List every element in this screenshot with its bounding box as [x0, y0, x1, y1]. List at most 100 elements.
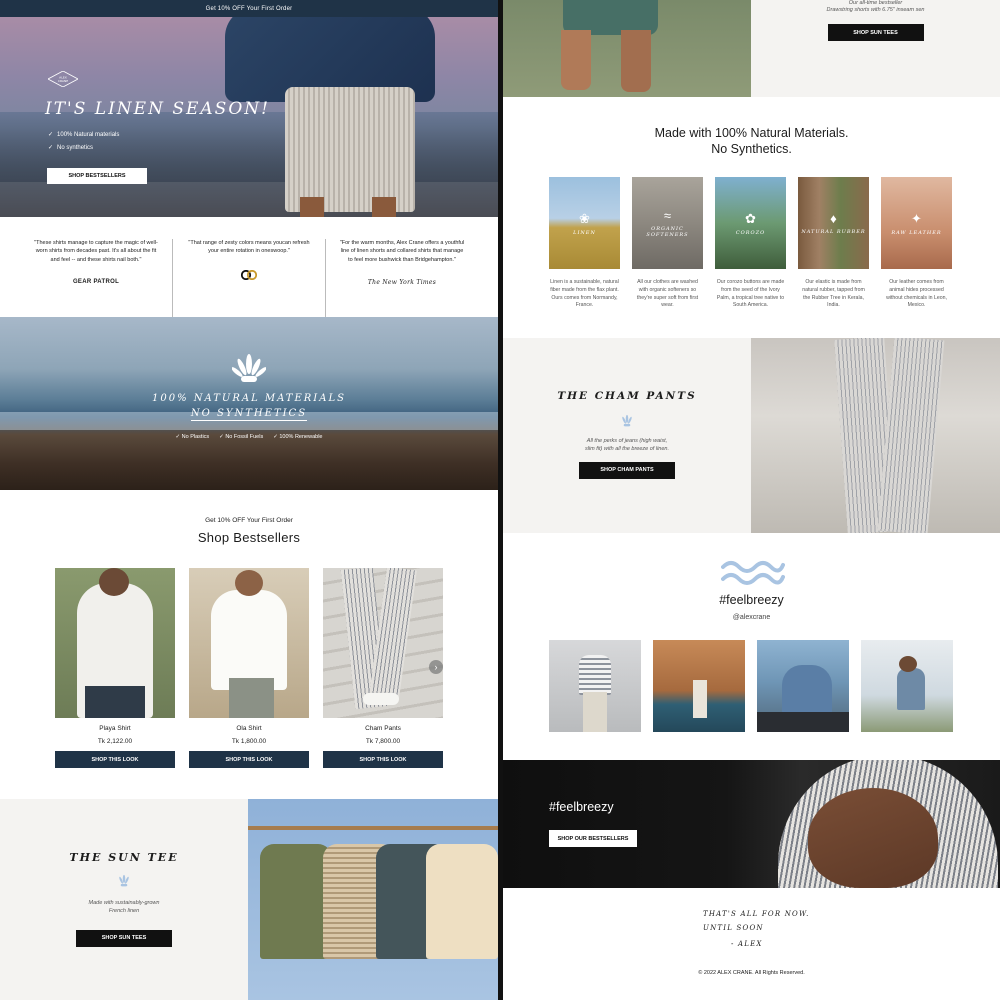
shop-this-look-button[interactable]: SHOP THIS LOOK	[189, 751, 309, 768]
product-name[interactable]: Ola Shirt	[189, 725, 309, 732]
cham-pants-photo	[751, 338, 1000, 533]
press-quotes: "These shirts manage to capture the magi…	[0, 217, 498, 317]
shop-sun-tees-button[interactable]: SHOP SUN TEES	[76, 929, 172, 947]
instagram-grid	[549, 640, 953, 732]
feelbreezy-banner: #feelbreezy SHOP OUR BESTSELLERS	[503, 760, 1000, 888]
left-page-column: Get 10% OFF Your First Order ALEX CRANE …	[0, 0, 498, 1000]
press-quote: "For the warm months, Alex Crane offers …	[325, 239, 478, 317]
waves-logo-icon	[721, 561, 785, 585]
natural-materials-banner: 100% NATURAL MATERIALS NO SYNTHETICS No …	[0, 317, 498, 490]
tee-cream	[426, 844, 498, 959]
product-name[interactable]: Playa Shirt	[55, 725, 175, 732]
shorts-photo	[503, 0, 751, 97]
product-name[interactable]: Cham Pants	[323, 725, 443, 732]
shell-icon	[119, 874, 129, 887]
shorts-promo: Our all-time bestseller Drawstring short…	[503, 0, 1000, 97]
shorts-info: Our all-time bestseller Drawstring short…	[751, 0, 1000, 97]
gq-logo-icon	[240, 269, 258, 280]
press-quote-text: "That range of zesty colors means youcan…	[188, 240, 310, 255]
shop-sun-tees-button[interactable]: SHOP SUN TEES	[827, 24, 924, 41]
signoff-signature: - ALEX	[731, 940, 763, 948]
hero-model-shorts	[285, 87, 415, 212]
feelbreezy-section: #feelbreezy @alexcrane	[503, 533, 1000, 760]
product-image[interactable]	[189, 568, 309, 718]
feelbreezy-hashtag: #feelbreezy	[719, 593, 784, 607]
cham-pants-section: THE CHAM PANTS All the perks of jeans (h…	[503, 338, 1000, 533]
product-price: Tk 7,800.00	[365, 738, 401, 745]
natural-banner-checks: No Plastics No Fossil Fuels 100% Renewab…	[0, 434, 498, 440]
instagram-photo[interactable]	[653, 640, 745, 732]
corozo-image: ✿ COROZO	[715, 177, 786, 269]
natural-rubber-image: ♦ NATURAL RUBBER	[798, 177, 869, 269]
product-carousel: Playa Shirt Tk 2,122.00 SHOP THIS LOOK O…	[55, 568, 443, 768]
material-text: Our corozo buttons are made from the see…	[716, 279, 785, 309]
materials-heading: Made with 100% Natural Materials. No Syn…	[654, 126, 849, 157]
product-image[interactable]	[323, 568, 443, 718]
check-item: 100% Renewable	[273, 434, 322, 440]
instagram-photo[interactable]	[549, 640, 641, 732]
gq-logo	[185, 269, 313, 284]
material-text: All our clothes are washed with organic …	[636, 279, 699, 309]
linen-image: ❀ LINEN	[549, 177, 620, 269]
press-quote-text: "For the warm months, Alex Crane offers …	[339, 240, 465, 263]
instagram-photo[interactable]	[757, 640, 849, 732]
gear-patrol-logo: GEAR PATROL	[72, 278, 120, 285]
raw-leather-image: ✦ RAW LEATHER	[881, 177, 952, 269]
shell-icon	[622, 414, 632, 427]
press-quote: "That range of zesty colors means youcan…	[172, 239, 325, 317]
product-image[interactable]	[55, 568, 175, 718]
material-card: ≈ ORGANIC SOFTENERS All our clothes are …	[632, 177, 703, 310]
sun-tee-info: THE SUN TEE Made with sustainably-grown …	[0, 799, 248, 1000]
sun-tee-photo	[248, 799, 498, 1000]
product-price: Tk 2,122.00	[97, 738, 133, 745]
shell-icon	[232, 354, 266, 382]
press-quote: "These shirts manage to capture the magi…	[20, 239, 172, 317]
natural-banner-subheading: NO SYNTHETICS	[190, 408, 308, 421]
hero-model-leg	[372, 197, 396, 217]
carousel-next-arrow-icon[interactable]: ›	[429, 660, 443, 674]
right-page-column: Our all-time bestseller Drawstring short…	[503, 0, 1000, 1000]
signoff-line-1: THAT'S ALL FOR NOW.	[703, 910, 810, 918]
cham-pants-description: All the perks of jeans (high waist, slim…	[584, 438, 670, 453]
announcement-bar[interactable]: Get 10% OFF Your First Order	[0, 0, 498, 17]
material-card: ❀ LINEN Linen is a sustainable, natural …	[549, 177, 620, 310]
check-item: No Plastics	[176, 434, 210, 440]
product-card[interactable]: Cham Pants Tk 7,800.00 SHOP THIS LOOK	[323, 568, 443, 768]
organic-softeners-image: ≈ ORGANIC SOFTENERS	[632, 177, 703, 269]
sun-tee-title: THE SUN TEE	[69, 851, 179, 864]
product-card[interactable]: Ola Shirt Tk 1,800.00 SHOP THIS LOOK	[189, 568, 309, 768]
alex-crane-logo-icon[interactable]: ALEX CRANE	[48, 71, 78, 87]
check-icon: ✓	[48, 132, 54, 138]
svg-text:CRANE: CRANE	[58, 79, 68, 83]
hero-model-leg	[300, 197, 324, 217]
material-text: Linen is a sustainable, natural fiber ma…	[550, 279, 619, 309]
shop-bestsellers-button[interactable]: SHOP BESTSELLERS	[47, 168, 147, 184]
banner-hashtag: #feelbreezy	[549, 800, 614, 814]
clothing-rail	[248, 826, 498, 830]
instagram-handle[interactable]: @alexcrane	[503, 614, 1000, 621]
material-card: ✦ RAW LEATHER Our leather comes from ani…	[881, 177, 952, 310]
materials-grid: ❀ LINEN Linen is a sustainable, natural …	[549, 177, 952, 310]
instagram-photo[interactable]	[861, 640, 953, 732]
product-price: Tk 1,800.00	[231, 738, 267, 745]
shop-this-look-button[interactable]: SHOP THIS LOOK	[55, 751, 175, 768]
natural-banner-heading: 100% NATURAL MATERIALS	[152, 393, 346, 404]
sun-tee-section: THE SUN TEE Made with sustainably-grown …	[0, 799, 498, 1000]
material-text: Our elastic is made from natural rubber,…	[802, 279, 865, 309]
palm-icon: ✿	[745, 210, 756, 226]
check-icon: ✓	[48, 145, 54, 151]
shop-this-look-button[interactable]: SHOP THIS LOOK	[323, 751, 443, 768]
announcement-text[interactable]: Get 10% OFF Your First Order	[206, 6, 293, 12]
hero-bullet: ✓ No synthetics	[48, 144, 94, 152]
hero-bullet: ✓ 100% Natural materials	[48, 131, 120, 139]
cham-pants-info: THE CHAM PANTS All the perks of jeans (h…	[503, 338, 751, 533]
face-photo	[808, 788, 938, 888]
check-item: No Fossil Fuels	[219, 434, 263, 440]
linen-flower-icon: ❀	[579, 210, 590, 226]
shop-our-bestsellers-button[interactable]: SHOP OUR BESTSELLERS	[549, 830, 637, 847]
signoff-line-2: UNTIL SOON	[703, 924, 764, 932]
material-text: Our leather comes from animal hides proc…	[886, 279, 947, 309]
shorts-line-2: Drawstring shorts with 6.75" inseam sen	[826, 7, 925, 13]
product-card[interactable]: Playa Shirt Tk 2,122.00 SHOP THIS LOOK	[55, 568, 175, 768]
shop-cham-pants-button[interactable]: SHOP CHAM PANTS	[579, 461, 675, 479]
